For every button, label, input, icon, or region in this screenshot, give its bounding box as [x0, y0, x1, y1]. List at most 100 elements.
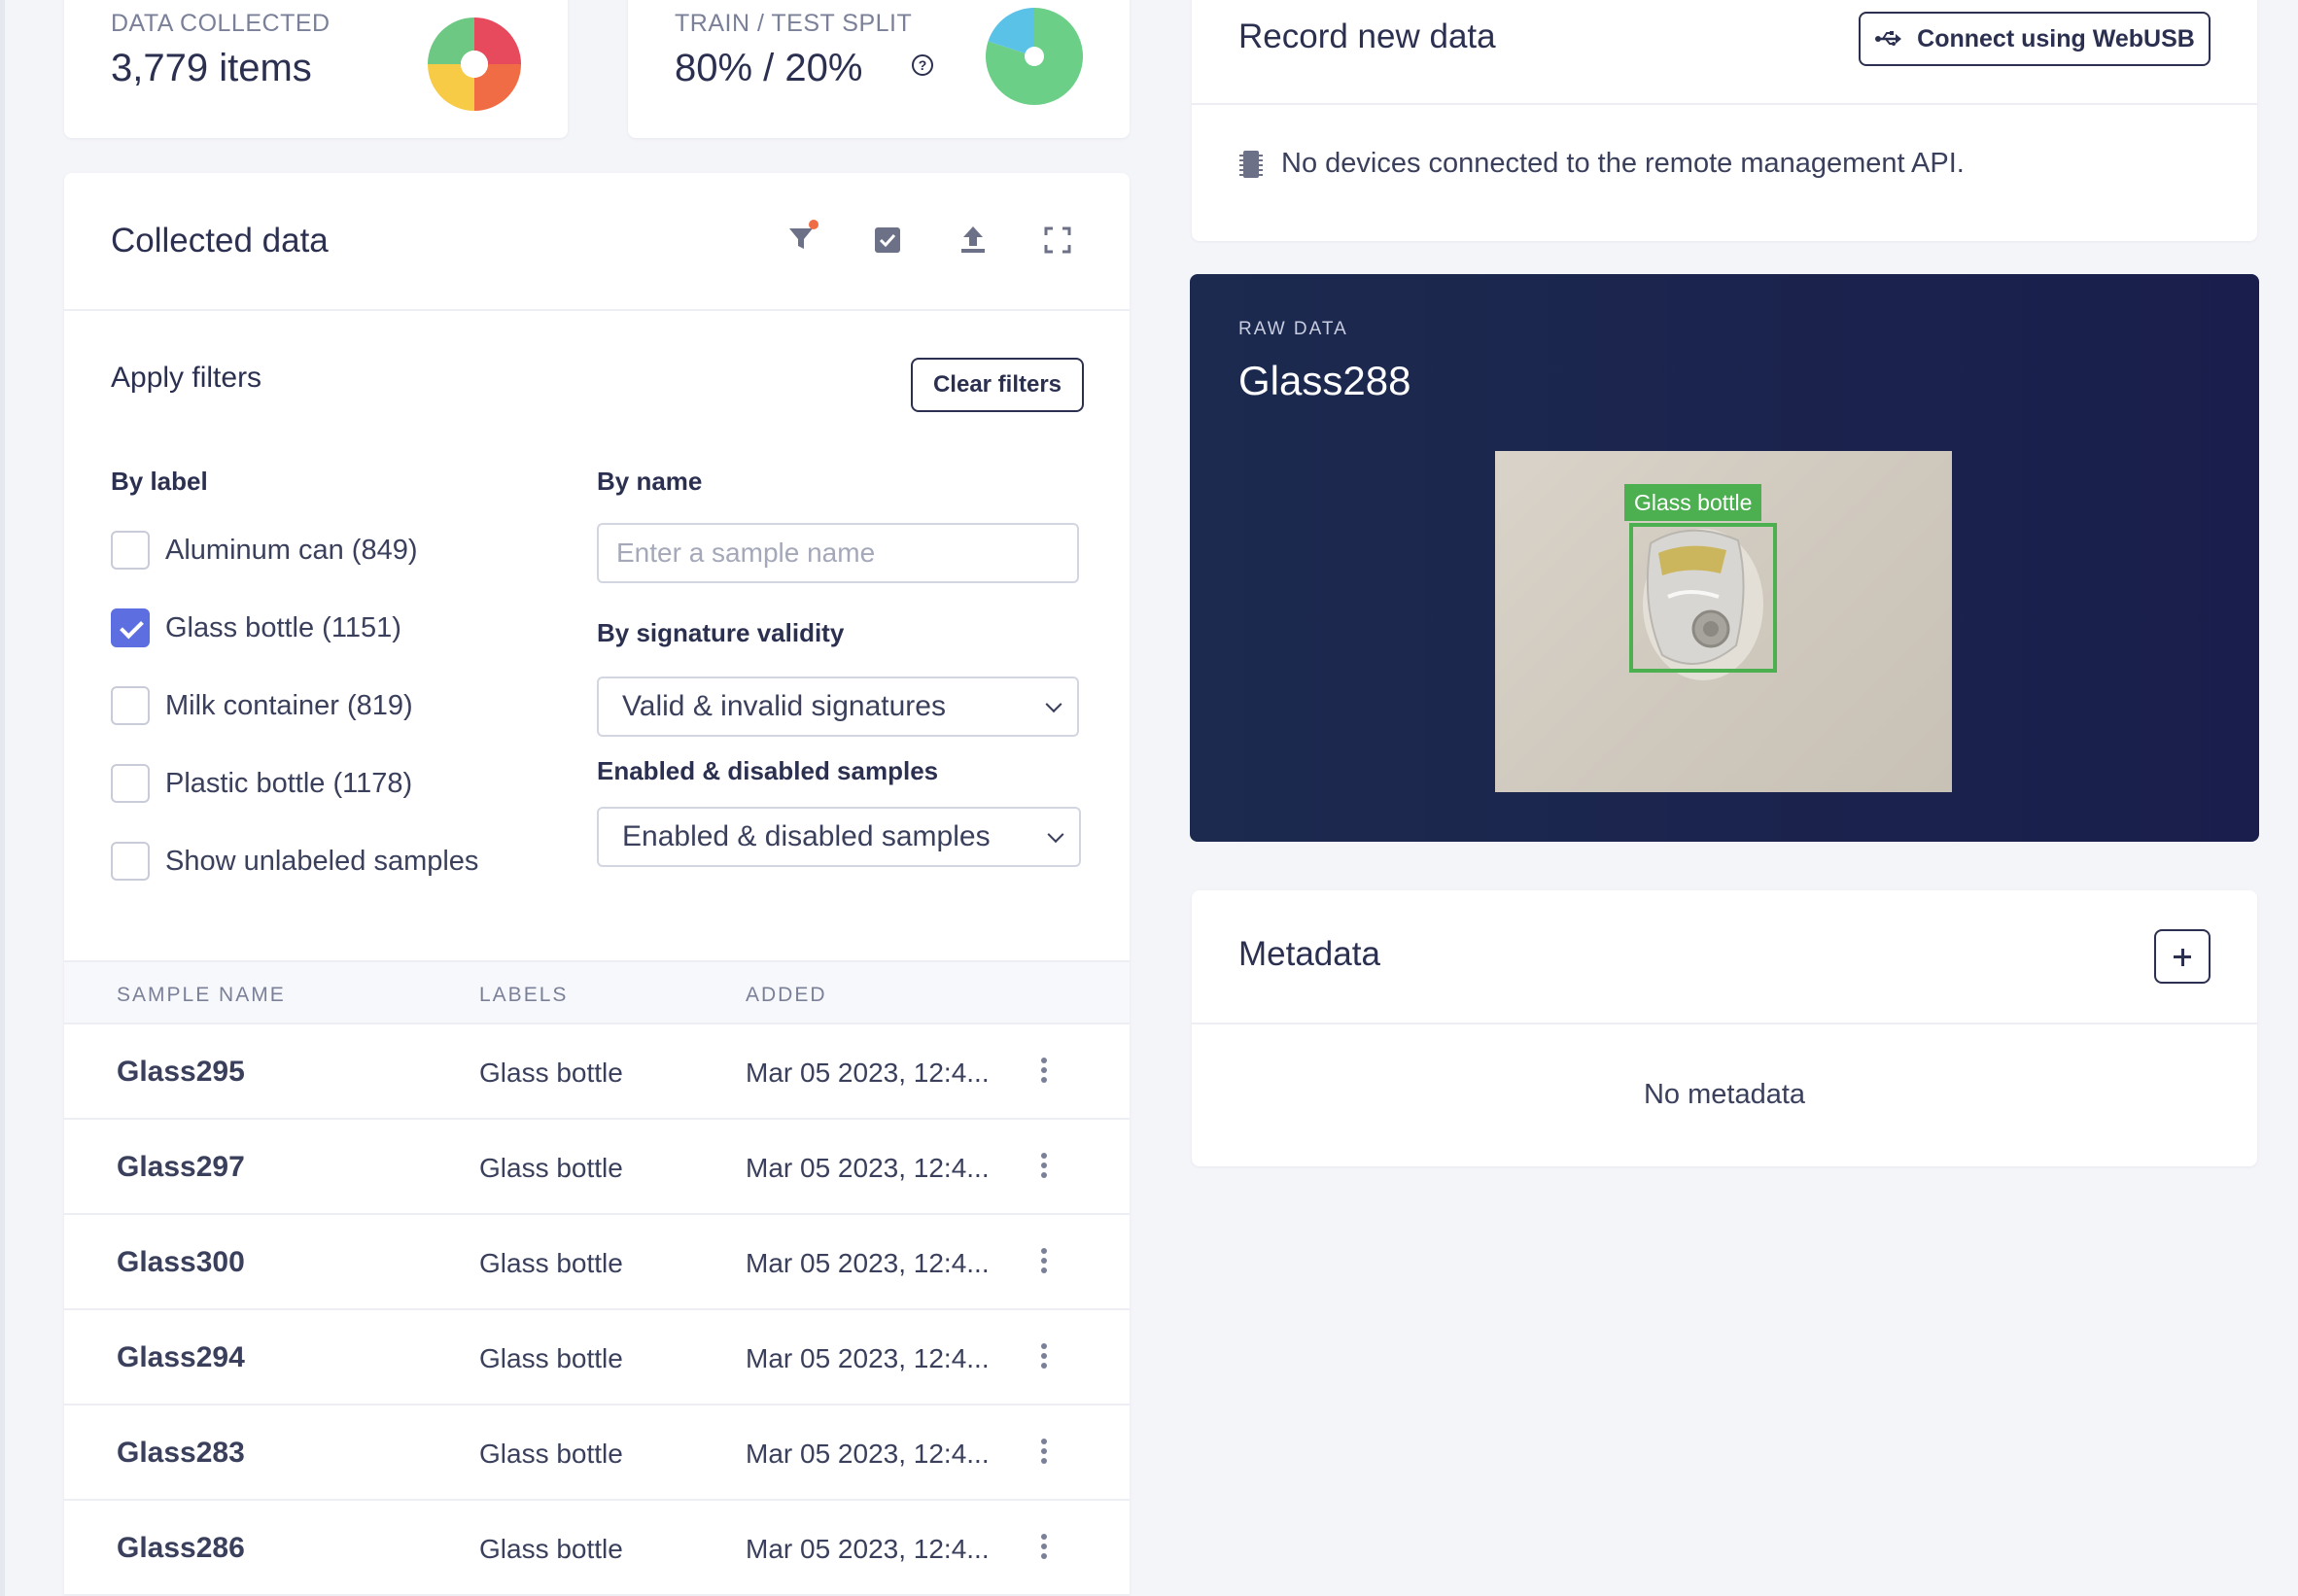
- train-test-split-label: TRAIN / TEST SPLIT: [675, 10, 913, 37]
- column-sample-name[interactable]: SAMPLE NAME: [117, 984, 286, 1007]
- label-filter-aluminum-can[interactable]: Aluminum can (849): [111, 531, 418, 570]
- label-cell: Glass bottle: [479, 1439, 623, 1469]
- label-cell: Glass bottle: [479, 1058, 623, 1088]
- left-edge-divider: [0, 0, 5, 1596]
- raw-data-panel: RAW DATA Glass288 Glass bottle: [1190, 274, 2259, 842]
- chevron-down-icon: [1047, 826, 1064, 844]
- help-icon[interactable]: ?: [912, 54, 933, 76]
- select-checkbox-icon[interactable]: [870, 223, 905, 258]
- header-divider: [64, 309, 1130, 311]
- record-divider: [1192, 103, 2257, 105]
- label-filter-text: Aluminum can (849): [165, 534, 418, 566]
- train-test-split-value: 80% / 20%: [675, 47, 863, 89]
- record-new-data-title: Record new data: [1238, 17, 1496, 55]
- table-row[interactable]: Glass295 Glass bottle Mar 05 2023, 12:4.…: [64, 1024, 1130, 1120]
- metadata-divider: [1192, 1023, 2257, 1024]
- row-menu-icon[interactable]: [1034, 1248, 1054, 1277]
- enabled-samples-value: Enabled & disabled samples: [622, 820, 991, 852]
- data-collected-value: 3,779 items: [111, 47, 312, 89]
- sample-name-cell[interactable]: Glass295: [117, 1056, 245, 1089]
- sample-name-cell[interactable]: Glass283: [117, 1437, 245, 1470]
- page: DATA COLLECTED 3,779 items TRAIN / TEST …: [0, 0, 2298, 1596]
- enabled-samples-select[interactable]: Enabled & disabled samples: [597, 807, 1081, 867]
- usb-icon: [1875, 31, 1902, 46]
- metadata-title: Metadata: [1238, 935, 1380, 973]
- checkbox-checked[interactable]: [111, 608, 150, 647]
- connect-webusb-label: Connect using WebUSB: [1917, 24, 2195, 52]
- fullscreen-icon[interactable]: [1040, 223, 1075, 258]
- record-new-data-card: Record new data Connect using WebUSB No …: [1192, 0, 2257, 241]
- label-distribution-donut: [428, 17, 521, 111]
- add-metadata-button[interactable]: [2154, 929, 2211, 984]
- signature-validity-value: Valid & invalid signatures: [622, 690, 946, 722]
- sample-name-input[interactable]: [597, 523, 1079, 583]
- label-filter-text: Plastic bottle (1178): [165, 767, 413, 799]
- enabled-samples-heading: Enabled & disabled samples: [597, 756, 939, 785]
- no-metadata-text: No metadata: [1643, 1079, 1806, 1110]
- table-row[interactable]: Glass297 Glass bottle Mar 05 2023, 12:4.…: [64, 1120, 1130, 1215]
- by-signature-heading: By signature validity: [597, 618, 845, 647]
- added-cell: Mar 05 2023, 12:4...: [746, 1534, 990, 1564]
- table-row[interactable]: Glass283 Glass bottle Mar 05 2023, 12:4.…: [64, 1405, 1130, 1501]
- added-cell: Mar 05 2023, 12:4...: [746, 1248, 990, 1278]
- table-row[interactable]: Glass300 Glass bottle Mar 05 2023, 12:4.…: [64, 1215, 1130, 1310]
- signature-validity-select[interactable]: Valid & invalid signatures: [597, 677, 1079, 737]
- label-filter-glass-bottle[interactable]: Glass bottle (1151): [111, 608, 401, 647]
- filter-icon[interactable]: [785, 220, 820, 255]
- apply-filters-title: Apply filters: [111, 362, 262, 394]
- label-cell: Glass bottle: [479, 1153, 623, 1183]
- raw-data-label: RAW DATA: [1238, 319, 1348, 339]
- label-filter-text: Show unlabeled samples: [165, 845, 479, 877]
- sample-image: Glass bottle: [1495, 451, 1952, 792]
- no-devices-text: No devices connected to the remote manag…: [1281, 148, 1965, 179]
- added-cell: Mar 05 2023, 12:4...: [746, 1439, 990, 1469]
- column-added[interactable]: ADDED: [746, 984, 827, 1007]
- label-cell: Glass bottle: [479, 1343, 623, 1373]
- no-devices-message: No devices connected to the remote manag…: [1238, 148, 1965, 180]
- bounding-box: [1629, 523, 1777, 673]
- row-menu-icon[interactable]: [1034, 1058, 1054, 1087]
- label-cell: Glass bottle: [479, 1248, 623, 1278]
- table-row[interactable]: Glass286 Glass bottle Mar 05 2023, 12:4.…: [64, 1501, 1130, 1596]
- chevron-down-icon: [1045, 696, 1062, 713]
- label-filter-text: Milk container (819): [165, 689, 413, 721]
- checkbox[interactable]: [111, 531, 150, 570]
- added-cell: Mar 05 2023, 12:4...: [746, 1153, 990, 1183]
- sample-name-cell[interactable]: Glass294: [117, 1341, 245, 1374]
- label-filter-milk-container[interactable]: Milk container (819): [111, 686, 413, 725]
- label-filter-unlabeled[interactable]: Show unlabeled samples: [111, 842, 478, 881]
- row-menu-icon[interactable]: [1034, 1343, 1054, 1372]
- sample-name-cell[interactable]: Glass286: [117, 1532, 245, 1565]
- clear-filters-button[interactable]: Clear filters: [911, 358, 1084, 412]
- column-labels[interactable]: LABELS: [479, 984, 568, 1007]
- data-collected-card: DATA COLLECTED 3,779 items: [64, 0, 568, 138]
- label-cell: Glass bottle: [479, 1534, 623, 1564]
- by-label-heading: By label: [111, 467, 208, 496]
- sample-name-cell[interactable]: Glass297: [117, 1151, 245, 1184]
- data-collected-label: DATA COLLECTED: [111, 10, 331, 37]
- raw-data-sample-name: Glass288: [1238, 358, 1411, 403]
- collected-data-card: Collected data Apply filters Clear filte…: [64, 173, 1130, 1596]
- train-test-split-card: TRAIN / TEST SPLIT 80% / 20% ?: [628, 0, 1130, 138]
- row-menu-icon[interactable]: [1034, 1153, 1054, 1182]
- table-row[interactable]: Glass294 Glass bottle Mar 05 2023, 12:4.…: [64, 1310, 1130, 1405]
- bounding-box-label: Glass bottle: [1624, 484, 1762, 521]
- row-menu-icon[interactable]: [1034, 1534, 1054, 1563]
- row-menu-icon[interactable]: [1034, 1439, 1054, 1468]
- upload-icon[interactable]: [956, 223, 991, 258]
- checkbox[interactable]: [111, 842, 150, 881]
- label-filter-plastic-bottle[interactable]: Plastic bottle (1178): [111, 764, 412, 803]
- added-cell: Mar 05 2023, 12:4...: [746, 1343, 990, 1373]
- label-filter-text: Glass bottle (1151): [165, 611, 401, 643]
- collected-data-title: Collected data: [111, 222, 329, 260]
- connect-webusb-button[interactable]: Connect using WebUSB: [1859, 12, 2211, 66]
- checkbox[interactable]: [111, 764, 150, 803]
- added-cell: Mar 05 2023, 12:4...: [746, 1058, 990, 1088]
- by-name-heading: By name: [597, 467, 703, 496]
- metadata-card: Metadata No metadata: [1192, 890, 2257, 1166]
- table-header: SAMPLE NAME LABELS ADDED: [64, 960, 1130, 1024]
- sample-name-cell[interactable]: Glass300: [117, 1246, 245, 1279]
- train-test-split-donut: [986, 8, 1083, 105]
- device-chip-icon: [1239, 150, 1263, 178]
- checkbox[interactable]: [111, 686, 150, 725]
